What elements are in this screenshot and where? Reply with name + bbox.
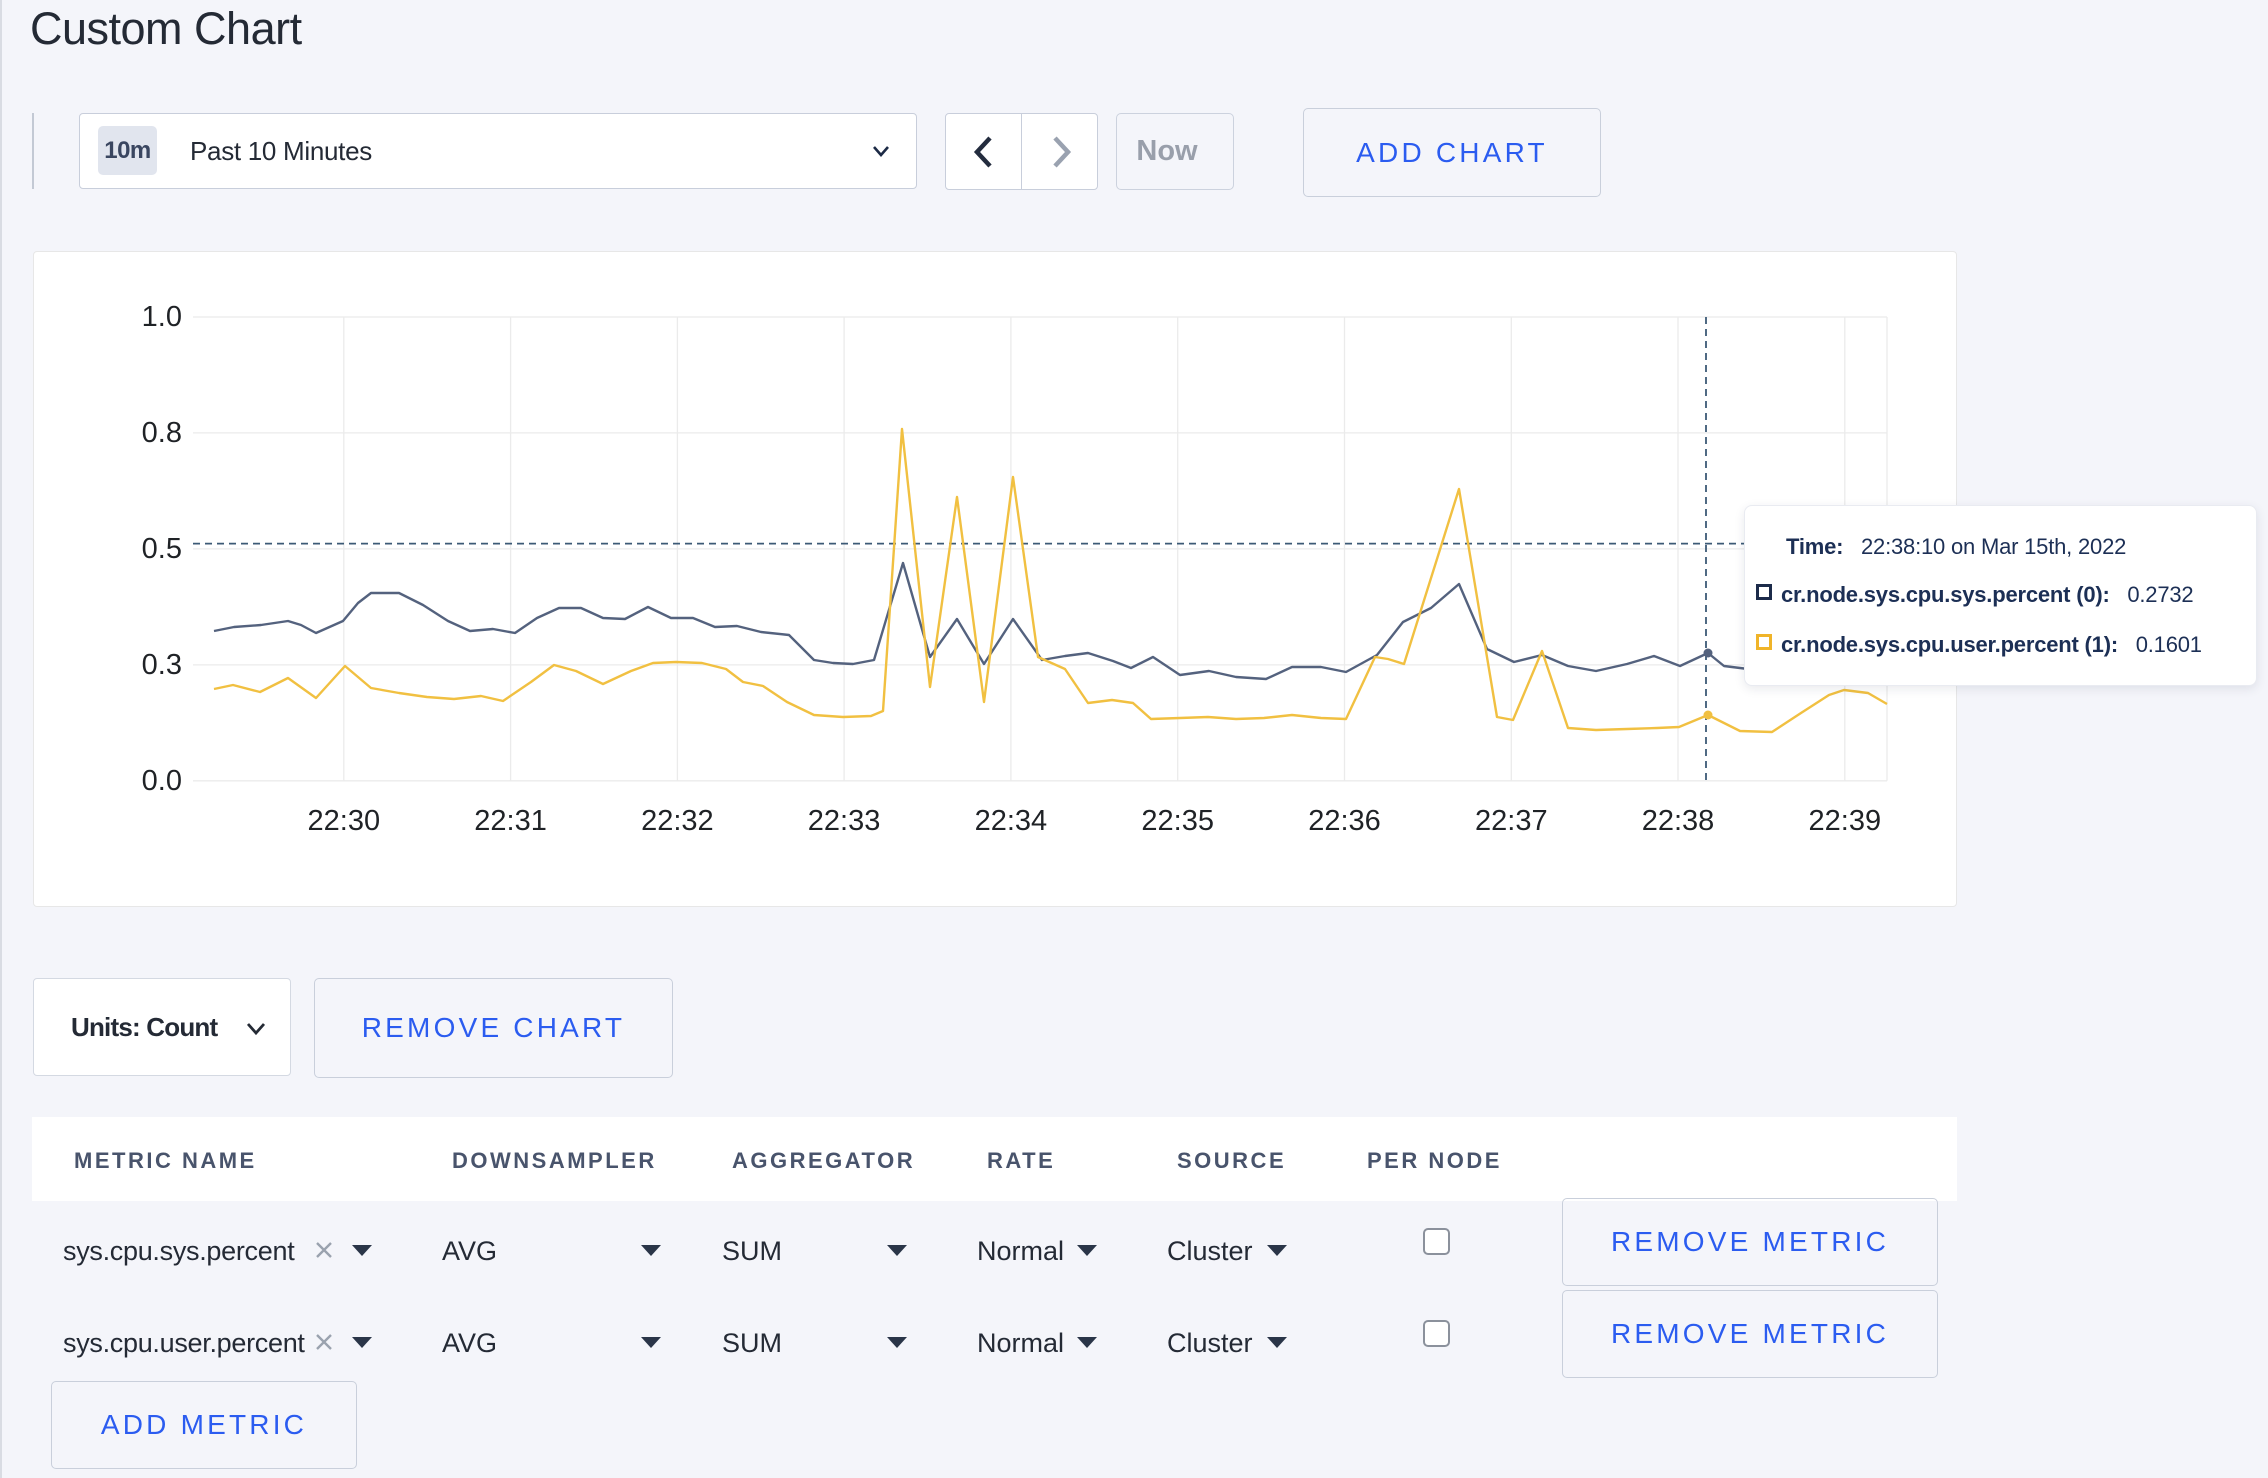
svg-text:22:35: 22:35	[1141, 805, 1214, 837]
svg-text:0.5: 0.5	[142, 533, 182, 565]
svg-text:22:39: 22:39	[1809, 805, 1882, 837]
svg-text:22:38: 22:38	[1642, 805, 1715, 837]
svg-text:22:32: 22:32	[641, 805, 714, 837]
svg-text:0.3: 0.3	[142, 649, 182, 681]
svg-text:22:33: 22:33	[808, 805, 881, 837]
svg-text:22:34: 22:34	[975, 805, 1048, 837]
svg-text:22:36: 22:36	[1308, 805, 1381, 837]
svg-text:0.8: 0.8	[142, 417, 182, 449]
svg-text:0.0: 0.0	[142, 765, 182, 797]
svg-text:22:30: 22:30	[308, 805, 381, 837]
svg-text:1.0: 1.0	[142, 301, 182, 333]
svg-text:22:37: 22:37	[1475, 805, 1548, 837]
svg-text:22:31: 22:31	[474, 805, 547, 837]
